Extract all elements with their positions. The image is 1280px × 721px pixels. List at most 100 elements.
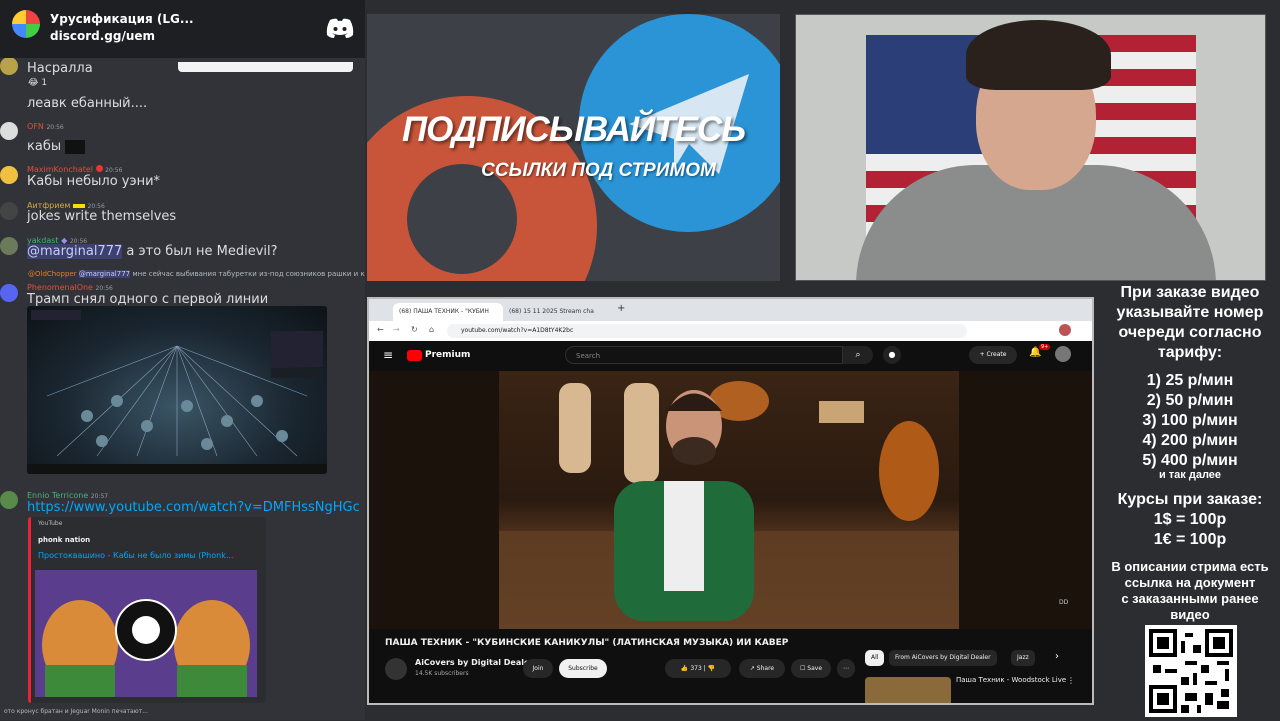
channel-name[interactable]: AiCovers by Digital Dealer bbox=[415, 658, 533, 667]
server-header[interactable]: Урусификация (LG... discord.gg/uem bbox=[0, 0, 365, 58]
username[interactable]: OFN 20:56 bbox=[27, 122, 64, 131]
message-text: Трамп снял одного с первой линии bbox=[27, 292, 269, 307]
premium-label[interactable]: Premium bbox=[425, 350, 470, 360]
tab-stream-chat[interactable]: (68) 15 11 2025 Stream cha bbox=[503, 303, 613, 321]
rate-line: 1€ = 100р bbox=[1153, 531, 1227, 548]
emoji-icon: 😂 bbox=[28, 78, 39, 88]
qr-code bbox=[1145, 625, 1237, 717]
account-avatar[interactable] bbox=[1055, 346, 1071, 362]
chip-jazz[interactable]: Jazz bbox=[1011, 650, 1035, 666]
username[interactable]: PhenomenalOne 20:56 bbox=[27, 283, 113, 292]
discord-avatar-icon[interactable] bbox=[0, 284, 18, 302]
notification-badge: 9+ bbox=[1039, 344, 1051, 350]
chip-bar: All From AiCovers by Digital Dealer Jazz… bbox=[865, 650, 1085, 666]
dislike-icon[interactable]: 👎 bbox=[708, 665, 715, 672]
timestamp: 20:56 bbox=[105, 167, 123, 174]
create-button[interactable]: + Create bbox=[969, 346, 1017, 364]
info-line: При заказе видео bbox=[1120, 284, 1260, 301]
search-input[interactable]: Search bbox=[565, 346, 843, 364]
reload-icon[interactable]: ↻ bbox=[411, 325, 418, 334]
person-hair bbox=[966, 20, 1111, 90]
next-video-thumbnail[interactable] bbox=[865, 677, 951, 703]
search-icon[interactable]: ⌕ bbox=[843, 346, 873, 364]
etc-line: и так далее bbox=[1158, 469, 1222, 481]
menu-icon[interactable]: ≡ bbox=[383, 348, 393, 362]
server-icon bbox=[12, 10, 40, 38]
avatar[interactable] bbox=[0, 491, 18, 509]
avatar[interactable] bbox=[0, 57, 18, 75]
more-vert-icon[interactable]: ⋮ bbox=[1067, 676, 1075, 685]
reaction-count: 1 bbox=[41, 78, 48, 88]
home-icon[interactable]: ⌂ bbox=[429, 325, 434, 334]
link-embed: YouTube phonk nation Простоквашино - Каб… bbox=[28, 517, 266, 703]
new-tab-button[interactable]: + bbox=[617, 303, 625, 314]
save-button[interactable]: ☐ Save bbox=[791, 659, 831, 678]
rate-line: 1$ = 100р bbox=[1153, 511, 1227, 528]
tariff-line: 4) 200 р/мин bbox=[1142, 432, 1238, 449]
like-count: 373 bbox=[690, 665, 702, 672]
tab-bar: (68) ПАША ТЕХНИК - "КУБИН (68) 15 11 202… bbox=[369, 299, 1092, 321]
mic-icon[interactable]: ● bbox=[883, 346, 901, 364]
avatar[interactable] bbox=[0, 166, 18, 184]
info-line: тарифу: bbox=[1157, 344, 1223, 361]
desc-line: В описании стрима есть bbox=[1111, 559, 1269, 574]
embed-thumbnail[interactable] bbox=[35, 570, 257, 697]
embed-provider: YouTube bbox=[38, 520, 63, 527]
video-player[interactable]: DD bbox=[369, 371, 1092, 629]
flag-icon bbox=[72, 204, 85, 208]
share-button[interactable]: ↗ Share bbox=[739, 659, 785, 678]
username[interactable]: MaximKonchatel 20:56 bbox=[27, 165, 122, 174]
chip-all[interactable]: All bbox=[865, 650, 885, 666]
timestamp: 20:57 bbox=[90, 493, 109, 500]
more-icon[interactable]: ⋯ bbox=[837, 659, 855, 678]
embed-author[interactable]: phonk nation bbox=[38, 536, 90, 544]
url-field[interactable]: youtube.com/watch?v=A1D8tY4K2bc bbox=[447, 324, 967, 338]
image-attachment[interactable] bbox=[27, 306, 327, 474]
game-screenshot bbox=[27, 310, 327, 474]
server-invite[interactable]: discord.gg/uem bbox=[50, 29, 155, 43]
subscribe-button[interactable]: Subscribe bbox=[559, 659, 607, 678]
username[interactable]: Ennio Terricone 20:57 bbox=[27, 491, 108, 500]
message-text: Насралла bbox=[27, 61, 93, 76]
tariff-line: 3) 100 р/мин bbox=[1142, 412, 1238, 429]
chip-channel[interactable]: From AiCovers by Digital Dealer bbox=[889, 650, 997, 666]
reply-preview[interactable]: @OldChopper @marginal777 мне сейчас выби… bbox=[28, 270, 365, 278]
info-line: очереди согласно bbox=[1118, 324, 1262, 341]
tab-youtube-video[interactable]: (68) ПАША ТЕХНИК - "КУБИН bbox=[393, 303, 503, 321]
like-dislike-group: 👍 373 | 👎 bbox=[665, 659, 731, 678]
tariff-line: 1) 25 р/мин bbox=[1146, 372, 1234, 389]
youtube-logo-icon[interactable] bbox=[407, 350, 422, 361]
user-mention[interactable]: @marginal777 bbox=[27, 244, 123, 259]
avatar[interactable] bbox=[0, 237, 18, 255]
next-video-title[interactable]: Паша Техник - Woodstock Live bbox=[956, 676, 1066, 684]
embed-title[interactable]: Простоквашино - Кабы не было зимы (Phonk… bbox=[38, 551, 233, 560]
banner-title: ПОДПИСЫВАЙТЕСЬ bbox=[401, 110, 746, 149]
address-bar: ← → ↻ ⌂ youtube.com/watch?v=A1D8tY4K2bc bbox=[369, 321, 1092, 341]
youtube-link[interactable]: https://www.youtube.com/watch?v=DMFHssNg… bbox=[27, 500, 360, 515]
message-text: Кабы небыло уэни* bbox=[27, 174, 161, 189]
join-button[interactable]: Join bbox=[523, 659, 553, 678]
emoji-icon bbox=[65, 139, 86, 154]
forward-icon[interactable]: → bbox=[393, 325, 400, 334]
info-line: указывайте номер bbox=[1116, 304, 1264, 321]
back-icon[interactable]: ← bbox=[377, 325, 384, 334]
avatar[interactable] bbox=[0, 122, 18, 140]
message-text: jokes write themselves bbox=[27, 209, 177, 224]
channel-avatar[interactable] bbox=[385, 658, 407, 680]
chevron-right-icon[interactable]: › bbox=[1055, 651, 1059, 662]
reaction[interactable]: 😂 1 bbox=[28, 78, 47, 88]
tariff-line: 5) 400 р/мин bbox=[1142, 452, 1238, 469]
browser-window: (68) ПАША ТЕХНИК - "КУБИН (68) 15 11 202… bbox=[367, 297, 1094, 705]
webcam-feed bbox=[795, 14, 1266, 281]
desc-line: видео bbox=[1170, 607, 1210, 622]
youtube-header: ≡ Premium Search ⌕ ● + Create 🔔 9+ bbox=[369, 341, 1092, 371]
cartoon-thumbnail bbox=[35, 570, 257, 697]
video-scene bbox=[499, 381, 959, 629]
avatar[interactable] bbox=[0, 202, 18, 220]
profile-avatar[interactable] bbox=[1059, 324, 1071, 336]
message-text: леавк ебанный.... bbox=[27, 96, 148, 111]
desc-line: с заказанными ранее bbox=[1121, 591, 1259, 606]
like-icon[interactable]: 👍 bbox=[681, 665, 688, 672]
message-text: кабы bbox=[27, 139, 86, 154]
video-title: ПАША ТЕХНИК - "КУБИНСКИЕ КАНИКУЛЫ" (ЛАТИ… bbox=[385, 638, 789, 648]
